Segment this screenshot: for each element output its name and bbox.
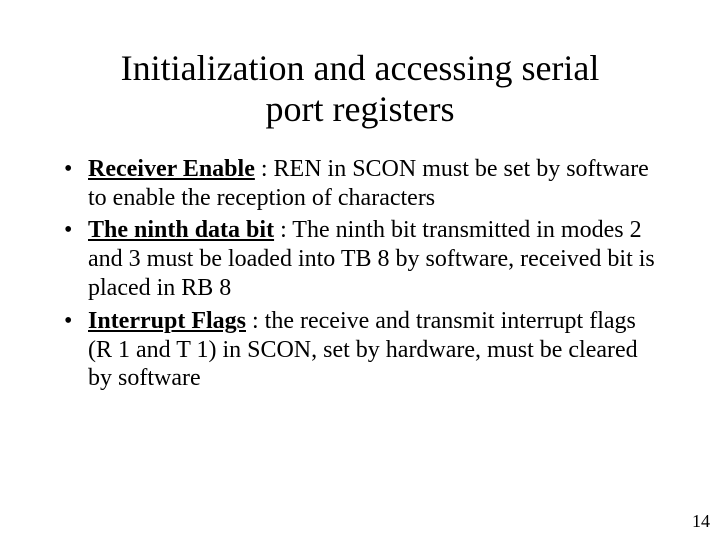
slide: Initialization and accessing serial port… — [0, 0, 720, 540]
page-number: 14 — [692, 511, 710, 532]
list-item: Interrupt Flags : the receive and transm… — [60, 307, 660, 393]
title-line-2: port registers — [266, 89, 455, 129]
bullet-term: Interrupt Flags — [88, 308, 246, 334]
title-line-1: Initialization and accessing serial — [121, 48, 600, 88]
bullet-term: The ninth data bit — [88, 217, 274, 243]
list-item: Receiver Enable : REN in SCON must be se… — [60, 155, 660, 213]
bullet-term: Receiver Enable — [88, 156, 255, 182]
bullet-list: Receiver Enable : REN in SCON must be se… — [60, 155, 660, 393]
list-item: The ninth data bit : The ninth bit trans… — [60, 216, 660, 302]
slide-title: Initialization and accessing serial port… — [0, 0, 720, 131]
slide-body: Receiver Enable : REN in SCON must be se… — [0, 131, 720, 393]
